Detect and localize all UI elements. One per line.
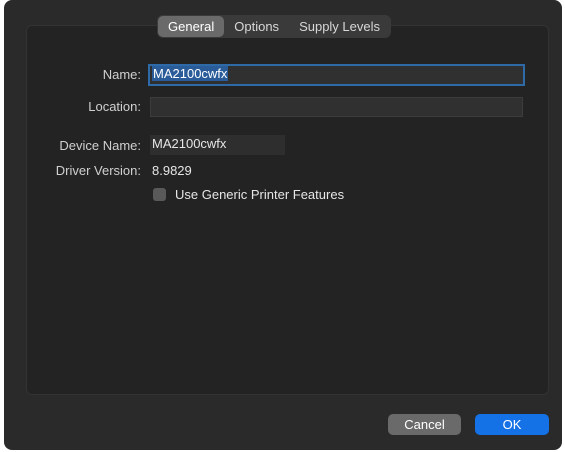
driver-version-label: Driver Version: [55,163,141,178]
location-field[interactable] [150,97,523,117]
driver-version-value: 8.9829 [152,163,192,178]
printer-info-dialog: General Options Supply Levels Name: MA21… [4,0,562,450]
tab-bar: General Options Supply Levels [157,15,392,38]
name-label: Name: [102,67,141,82]
device-name-label: Device Name: [59,138,141,153]
tab-supply-levels[interactable]: Supply Levels [289,16,390,37]
tab-general[interactable]: General [158,16,225,37]
tab-options[interactable]: Options [224,16,289,37]
name-field-value: MA2100cwfx [152,66,229,81]
location-label: Location: [88,99,141,114]
ok-button[interactable]: OK [475,414,549,435]
cancel-button[interactable]: Cancel [388,414,461,435]
device-name-field[interactable]: MA2100cwfx [150,135,285,155]
generic-features-checkbox[interactable] [153,188,166,201]
name-field[interactable]: MA2100cwfx [148,64,525,86]
generic-features-label[interactable]: Use Generic Printer Features [175,187,344,202]
